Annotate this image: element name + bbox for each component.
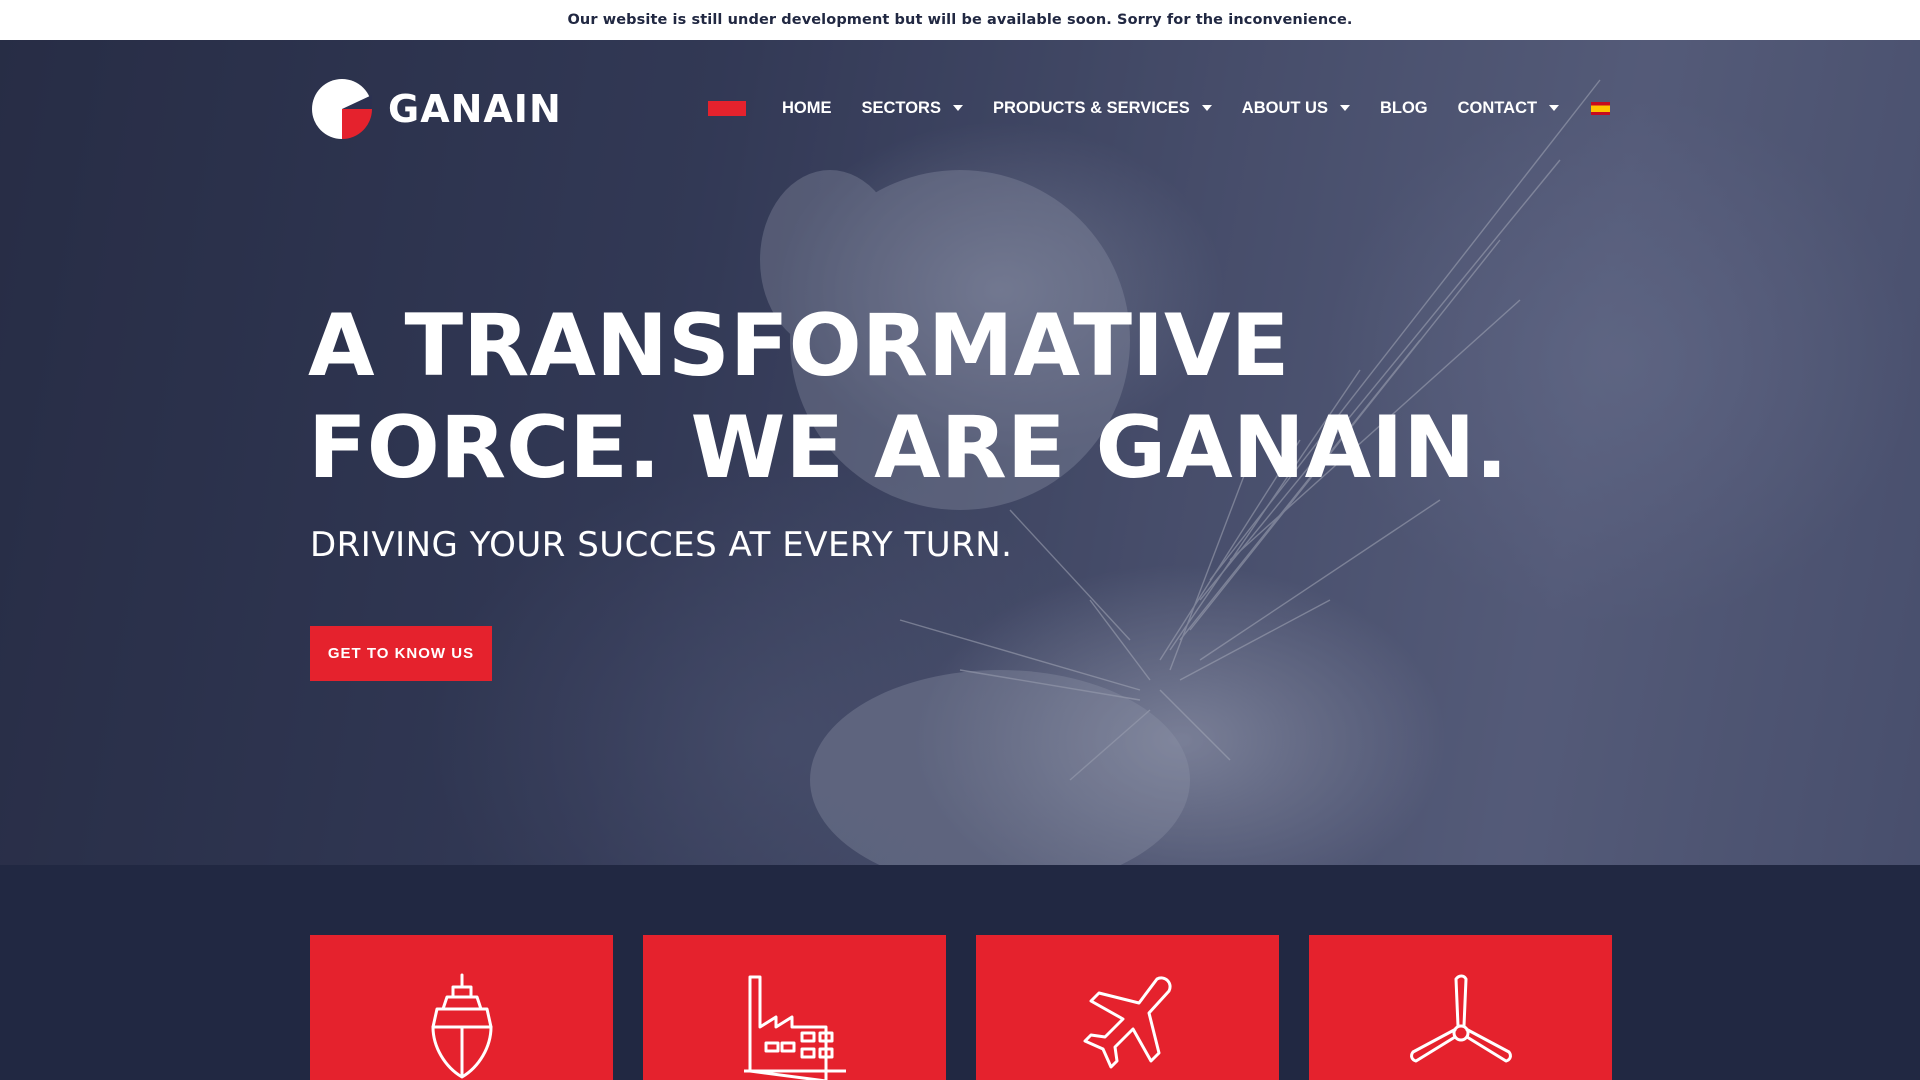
development-notice-text: Our website is still under development b… [567,12,1353,28]
main-navigation: HOME SECTORS PRODUCTS & SERVICES ABOUT U… [708,94,1611,122]
nav-about-us-label: ABOUT US [1241,98,1328,117]
ganain-logo-icon [312,79,372,139]
hero-title: A TRANSFORMATIVE FORCE. WE ARE GANAIN. [308,295,1508,499]
hero-subtitle: DRIVING YOUR SUCCES AT EVERY TURN. [310,525,1013,565]
spain-flag-icon[interactable] [1591,101,1611,115]
chevron-down-icon [1201,105,1212,111]
nav-contact[interactable]: CONTACT [1457,98,1560,118]
nav-home-label: HOME [782,98,832,117]
ship-icon [431,973,492,1079]
sector-card-aeronautics[interactable] [976,935,1279,1080]
hero-title-line-2: FORCE. WE ARE GANAIN. [308,398,1508,498]
hero-title-line-1: A TRANSFORMATIVE [308,296,1290,396]
sector-card-energy[interactable] [1309,935,1612,1080]
chevron-down-icon [1549,105,1560,111]
nav-products-services[interactable]: PRODUCTS & SERVICES [993,99,1212,118]
nav-about-us[interactable]: ABOUT US [1242,99,1350,118]
chevron-down-icon [952,105,963,111]
nav-blog-label: BLOG [1379,98,1428,117]
sectors-grid [310,935,1612,1080]
red-accent-bar [708,100,746,116]
nav-sectors-label: SECTORS [861,98,941,117]
development-notice-bar: Our website is still under development b… [0,0,1920,40]
ganain-logo[interactable]: GANAIN [310,77,562,141]
chevron-down-icon [1339,105,1350,111]
nav-home[interactable]: HOME [782,99,832,118]
nav-products-services-label: PRODUCTS & SERVICES [992,98,1190,117]
brand-name: GANAIN [388,87,562,131]
wind-turbine-icon [1409,974,1512,1063]
sector-card-naval[interactable] [310,935,613,1080]
sector-card-industry[interactable] [643,935,946,1080]
factory-icon [743,975,846,1080]
get-to-know-us-button[interactable]: GET TO KNOW US [310,626,492,681]
airplane-icon [1083,976,1171,1069]
nav-contact-label: CONTACT [1457,98,1538,117]
nav-sectors[interactable]: SECTORS [862,99,963,118]
nav-blog[interactable]: BLOG [1380,99,1428,118]
